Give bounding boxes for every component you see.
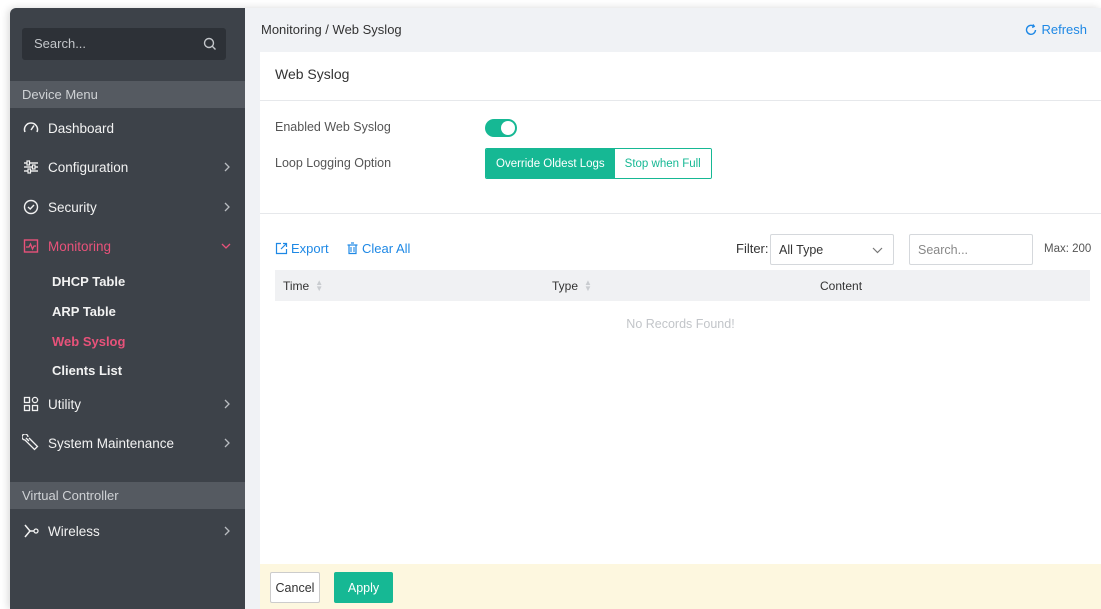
- trash-icon: [347, 242, 358, 255]
- column-time-label: Time: [283, 279, 310, 293]
- column-header-content: Content: [820, 279, 862, 293]
- clear-all-label: Clear All: [362, 241, 411, 256]
- chevron-down-icon: [872, 247, 883, 254]
- sort-icon: ▲ ▼: [315, 278, 324, 293]
- sidebar: Search... Device Menu Dashboard Configur…: [10, 8, 245, 609]
- refresh-icon: [1026, 23, 1037, 35]
- sidebar-item-label: Security: [48, 199, 97, 215]
- refresh-label: Refresh: [1041, 22, 1087, 37]
- loop-logging-segmented-control: Override Oldest Logs Stop when Full: [485, 148, 712, 179]
- chevron-right-icon: [224, 526, 230, 536]
- sidebar-subitem-dhcp-table[interactable]: DHCP Table: [52, 268, 125, 294]
- wireless-branch-icon: [24, 524, 39, 538]
- sort-icon: ▲ ▼: [584, 278, 592, 293]
- stop-when-full-option[interactable]: Stop when Full: [614, 149, 711, 178]
- title-divider: [260, 100, 1101, 101]
- sidebar-item-label: Configuration: [48, 159, 129, 175]
- sidebar-item-label: System Maintenance: [48, 435, 175, 451]
- filter-label: Filter:: [736, 241, 769, 256]
- wrench-icon: [22, 434, 39, 451]
- export-button[interactable]: Export: [275, 241, 329, 256]
- column-header-time[interactable]: Time ▲ ▼: [283, 278, 324, 294]
- sidebar-item-configuration[interactable]: Configuration: [10, 149, 245, 185]
- empty-table-message: No Records Found!: [626, 317, 735, 331]
- table-header: Time ▲ ▼ Type ▲ ▼ Content: [275, 270, 1090, 301]
- sidebar-search-input[interactable]: Search...: [22, 28, 226, 60]
- panel-content: Web Syslog Enabled Web Syslog Loop Loggi…: [260, 52, 1101, 564]
- sidebar-subitem-clients-list[interactable]: Clients List: [52, 357, 122, 383]
- cancel-button[interactable]: Cancel: [270, 572, 320, 603]
- toggle-knob: [501, 121, 515, 135]
- virtual-controller-header: Virtual Controller: [10, 482, 245, 509]
- column-content-label: Content: [820, 279, 863, 293]
- sliders-icon: [24, 160, 38, 174]
- chevron-down-icon: [221, 243, 231, 249]
- column-header-type[interactable]: Type ▲ ▼: [552, 278, 592, 294]
- enabled-web-syslog-toggle[interactable]: [485, 119, 517, 137]
- sidebar-search-placeholder: Search...: [34, 36, 87, 51]
- export-icon: [275, 242, 288, 255]
- sidebar-item-security[interactable]: Security: [10, 189, 245, 225]
- clear-all-button[interactable]: Clear All: [346, 241, 410, 256]
- sidebar-item-dashboard[interactable]: Dashboard: [10, 110, 245, 146]
- sidebar-subitem-arp-table[interactable]: ARP Table: [52, 298, 116, 324]
- chevron-right-icon: [224, 202, 230, 212]
- sidebar-item-label: Wireless: [48, 523, 100, 539]
- grid-apps-icon: [23, 396, 39, 412]
- top-bar: Monitoring / Web Syslog Refresh: [245, 8, 1101, 52]
- sidebar-item-wireless[interactable]: Wireless: [10, 513, 245, 549]
- chevron-right-icon: [224, 162, 230, 172]
- search-icon: [203, 37, 216, 50]
- sidebar-item-utility[interactable]: Utility: [10, 386, 245, 422]
- chevron-right-icon: [224, 438, 230, 448]
- footer-bar: Cancel Apply: [260, 564, 1101, 609]
- section-divider: [260, 213, 1101, 214]
- loop-logging-label: Loop Logging Option: [275, 156, 392, 170]
- override-oldest-logs-option[interactable]: Override Oldest Logs: [486, 149, 615, 178]
- filter-selected-value: All Type: [779, 243, 824, 257]
- sidebar-subitem-web-syslog[interactable]: Web Syslog: [52, 328, 125, 354]
- shield-check-icon: [23, 199, 39, 215]
- refresh-button[interactable]: Refresh: [1024, 22, 1087, 37]
- export-label: Export: [291, 241, 329, 256]
- sidebar-item-label: Utility: [48, 396, 81, 412]
- column-type-label: Type: [552, 279, 579, 293]
- log-search-placeholder: Search...: [918, 243, 969, 257]
- sidebar-item-label: Monitoring: [48, 238, 112, 254]
- sidebar-item-monitoring[interactable]: Monitoring: [10, 228, 245, 264]
- sidebar-item-system-maintenance[interactable]: System Maintenance: [10, 425, 245, 461]
- apply-button[interactable]: Apply: [334, 572, 393, 603]
- filter-type-select[interactable]: All Type: [770, 234, 894, 265]
- log-search-input[interactable]: Search...: [909, 234, 1033, 265]
- breadcrumb: Monitoring / Web Syslog: [261, 22, 402, 37]
- max-records-label: Max: 200: [1044, 243, 1092, 255]
- sidebar-item-label: Dashboard: [48, 120, 115, 136]
- device-menu-header: Device Menu: [10, 81, 245, 108]
- dashboard-gauge-icon: [23, 122, 39, 133]
- monitor-chart-icon: [23, 239, 39, 253]
- panel-title: Web Syslog: [275, 66, 350, 82]
- chevron-right-icon: [224, 399, 230, 409]
- enabled-web-syslog-label: Enabled Web Syslog: [275, 120, 391, 134]
